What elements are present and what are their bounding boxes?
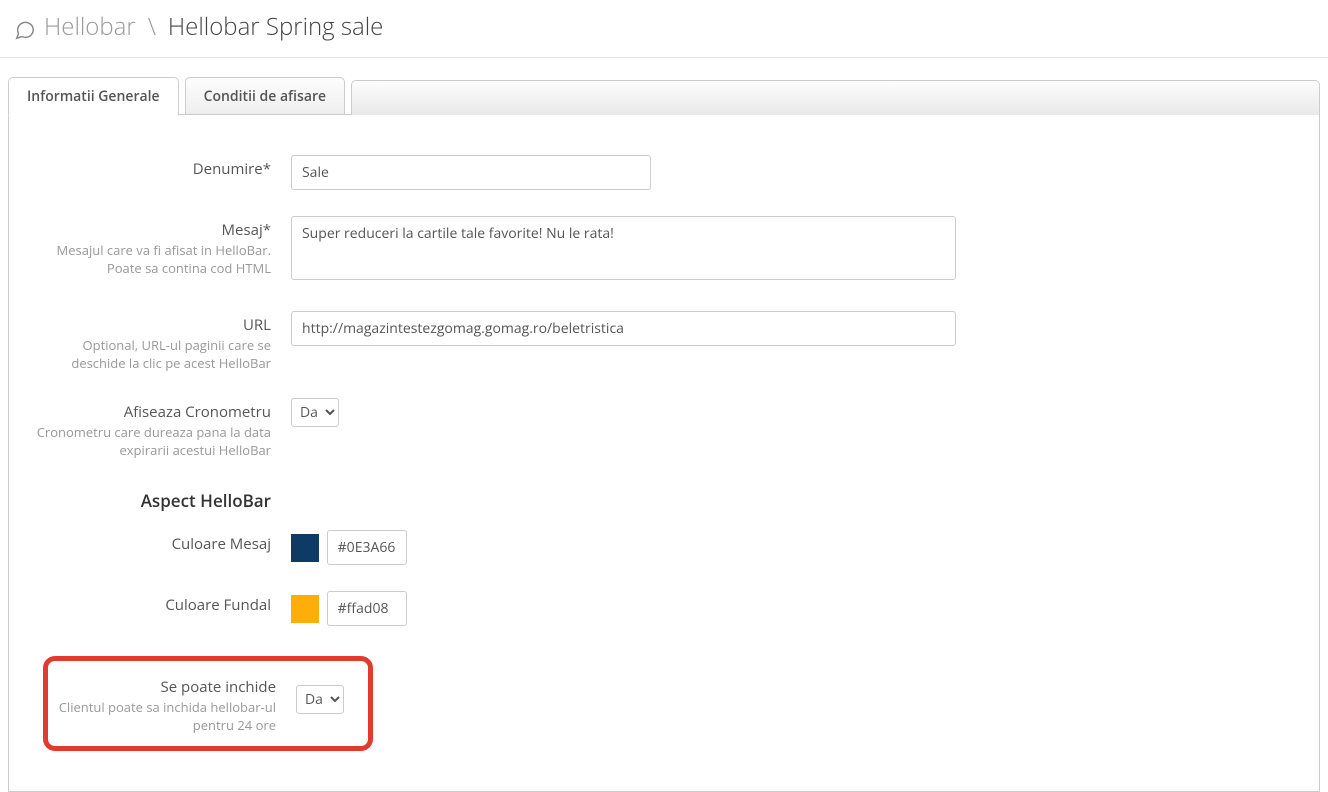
label-countdown: Afiseaza Cronometru bbox=[29, 402, 271, 422]
tab-conditions[interactable]: Conditii de afisare bbox=[185, 77, 345, 116]
page-title: Hellobar Spring sale bbox=[168, 10, 383, 43]
highlight-closable: Se poate inchide Clientul poate sa inchi… bbox=[43, 656, 373, 751]
label-name: Denumire* bbox=[29, 159, 271, 179]
closable-select[interactable]: Da bbox=[296, 685, 344, 714]
text-color-input[interactable] bbox=[327, 530, 407, 565]
row-bg-color: Culoare Fundal bbox=[29, 591, 1299, 626]
section-heading-aspect: Aspect HelloBar bbox=[29, 489, 291, 512]
row-text-color: Culoare Mesaj bbox=[29, 530, 1299, 565]
url-input[interactable] bbox=[291, 311, 956, 346]
breadcrumb-separator: \ bbox=[144, 10, 160, 43]
label-url: URL bbox=[29, 315, 271, 335]
page-header: Hellobar \ Hellobar Spring sale bbox=[0, 0, 1328, 58]
swatch-text-color[interactable] bbox=[291, 534, 319, 562]
breadcrumb: Hellobar \ Hellobar Spring sale bbox=[14, 10, 1314, 43]
label-message: Mesaj* bbox=[29, 220, 271, 240]
row-message: Mesaj* Mesajul care va fi afisat in Hell… bbox=[29, 216, 1299, 285]
breadcrumb-parent[interactable]: Hellobar bbox=[44, 10, 136, 43]
tab-bar-fill bbox=[351, 80, 1320, 116]
tab-panel-general: Denumire* Mesaj* Mesajul care va fi afis… bbox=[8, 115, 1320, 792]
label-text-color: Culoare Mesaj bbox=[29, 534, 271, 554]
row-name: Denumire* bbox=[29, 155, 1299, 190]
label-closable: Se poate inchide bbox=[48, 677, 276, 697]
help-countdown: Cronometru care dureaza pana la data exp… bbox=[29, 424, 271, 459]
help-message: Mesajul care va fi afisat in HelloBar. P… bbox=[29, 242, 271, 277]
help-closable: Clientul poate sa inchida hellobar-ul pe… bbox=[48, 699, 276, 734]
label-bg-color: Culoare Fundal bbox=[29, 595, 271, 615]
swatch-bg-color[interactable] bbox=[291, 595, 319, 623]
row-countdown: Afiseaza Cronometru Cronometru care dure… bbox=[29, 398, 1299, 459]
help-url: Optional, URL-ul paginii care se deschid… bbox=[29, 337, 271, 372]
tab-general[interactable]: Informatii Generale bbox=[8, 77, 179, 116]
bg-color-input[interactable] bbox=[327, 591, 407, 626]
chat-icon bbox=[14, 16, 36, 38]
row-url: URL Optional, URL-ul paginii care se des… bbox=[29, 311, 1299, 372]
name-input[interactable] bbox=[291, 155, 651, 190]
message-textarea[interactable]: Super reduceri la cartile tale favorite!… bbox=[291, 216, 956, 280]
tabs: Informatii Generale Conditii de afisare bbox=[8, 76, 1320, 115]
countdown-select[interactable]: Da bbox=[291, 398, 339, 427]
